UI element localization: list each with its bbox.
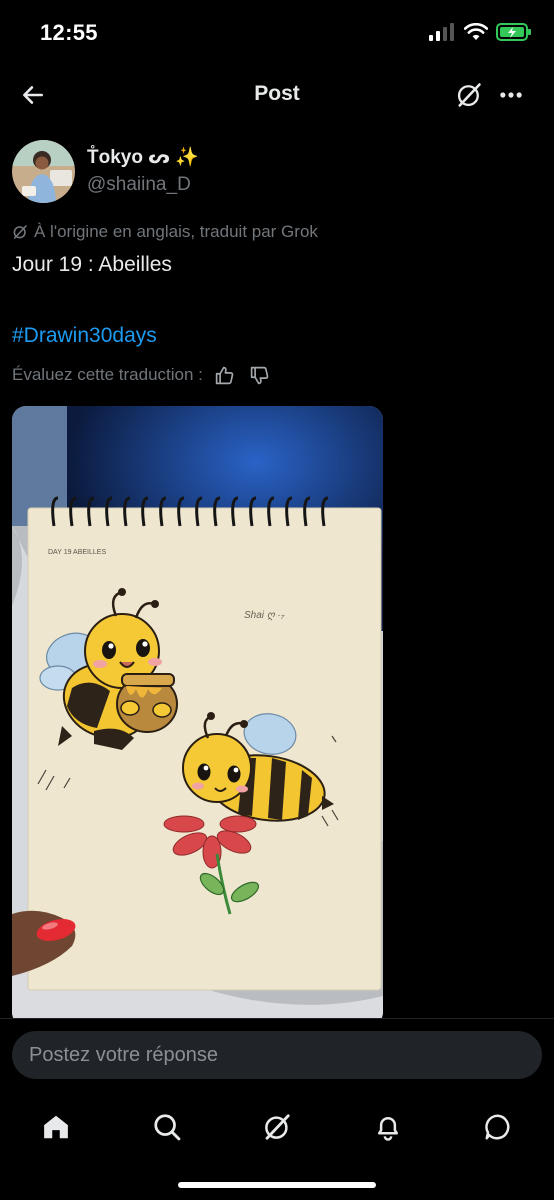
wifi-icon <box>464 23 488 40</box>
avatar-image <box>12 140 75 203</box>
avatar[interactable] <box>12 140 75 203</box>
thumbs-down-button[interactable] <box>247 362 273 388</box>
rate-label: Évaluez cette traduction : <box>12 365 203 384</box>
translation-note-text: À l'origine en anglais, traduit par Grok <box>34 222 318 241</box>
tab-grok[interactable] <box>252 1102 302 1152</box>
author-info: T̊okyo ᔕ ✨ @shaiina_D <box>87 146 199 197</box>
reply-input[interactable] <box>12 1031 542 1079</box>
thumbs-up-icon <box>216 366 234 384</box>
post-image[interactable]: DAY 19 ABEILLES Shai ღ ·₇ <box>12 406 383 1026</box>
tab-home[interactable] <box>31 1102 81 1152</box>
media-caption: DAY 19 ABEILLES <box>48 549 106 556</box>
battery-icon <box>496 23 531 41</box>
reply-bar <box>0 1018 554 1094</box>
tab-messages[interactable] <box>473 1102 523 1152</box>
search-icon <box>154 1114 181 1141</box>
messages-icon <box>485 1114 510 1140</box>
more-dots-icon <box>500 92 522 98</box>
tab-notifications[interactable] <box>363 1102 413 1152</box>
grok-icon <box>457 83 481 107</box>
bottom-tab-bar <box>0 1094 554 1200</box>
grok-button[interactable] <box>452 78 486 112</box>
grok-small-icon <box>13 225 27 239</box>
post-author[interactable]: T̊okyo ᔕ ✨ @shaiina_D <box>12 140 199 203</box>
thumbs-up-button[interactable] <box>212 362 238 388</box>
user-handle[interactable]: @shaiina_D <box>87 173 199 197</box>
post-header: Post <box>0 64 554 126</box>
translation-note: À l'origine en anglais, traduit par Grok <box>12 222 318 242</box>
display-name[interactable]: T̊okyo ᔕ ✨ <box>87 146 199 170</box>
status-bar: 12:55 <box>0 0 554 64</box>
status-time: 12:55 <box>40 20 98 45</box>
bell-icon <box>378 1117 398 1141</box>
home-icon <box>44 1115 68 1139</box>
thumbs-down-icon <box>251 366 269 384</box>
svg-text:Shai ღ ·₇: Shai ღ ·₇ <box>244 610 285 621</box>
rate-translation: Évaluez cette traduction : <box>12 362 273 388</box>
more-options-button[interactable] <box>494 78 528 112</box>
post-text: Jour 19 : Abeilles <box>12 253 172 276</box>
signal-icon <box>429 23 454 41</box>
grok-icon <box>265 1114 290 1140</box>
tab-search[interactable] <box>142 1102 192 1152</box>
hashtag-link[interactable]: #Drawin30days <box>12 324 157 348</box>
home-indicator <box>178 1182 376 1188</box>
status-icons <box>428 22 532 42</box>
bee-drawing-illustration: DAY 19 ABEILLES Shai ღ ·₇ <box>12 406 383 1026</box>
